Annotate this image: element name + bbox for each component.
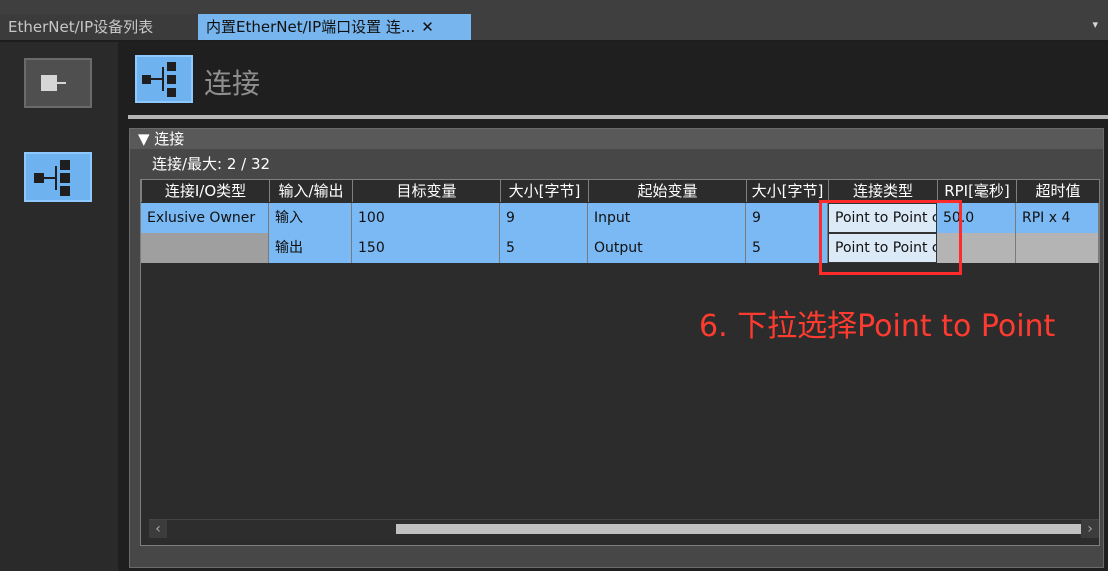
start-variable-cell[interactable]: Input [588, 203, 746, 233]
column-header[interactable]: 目标变量 [352, 180, 500, 202]
io-type-cell[interactable] [141, 233, 269, 263]
page-title: 连接 [204, 67, 261, 100]
size-cell[interactable]: 5 [500, 233, 588, 263]
column-header[interactable]: 大小[字节] [746, 180, 828, 202]
connection-icon [135, 55, 193, 103]
connection-count: 连接/最大: 2 / 32 [152, 155, 271, 173]
connection-panel: ▼ 连接 连接/最大: 2 / 32 连接I/O类型 输入/输出 目标变量 大小… [129, 128, 1104, 568]
chevron-down-icon[interactable]: ▾ [1092, 18, 1098, 31]
rpi-cell[interactable]: 50.0 [937, 203, 1016, 233]
timeout-cell[interactable] [1016, 233, 1099, 263]
connection-type-select[interactable]: Point to Point c [828, 203, 937, 233]
io-type-cell[interactable]: Exlusive Owner [141, 203, 269, 233]
timeout-cell[interactable]: RPI x 4 [1016, 203, 1099, 233]
column-header[interactable]: 大小[字节] [500, 180, 588, 202]
close-icon[interactable]: ✕ [421, 18, 434, 36]
instruction-annotation: 6. 下拉选择Point to Point [699, 309, 1056, 344]
column-header[interactable]: 连接I/O类型 [141, 180, 269, 202]
scroll-right-icon[interactable]: › [1081, 520, 1099, 538]
column-header[interactable]: 输入/输出 [269, 180, 352, 202]
tab-port-settings[interactable]: 内置EtherNet/IP端口设置 连... ✕ [198, 14, 471, 40]
scroll-left-icon[interactable]: ‹ [149, 520, 167, 538]
column-header[interactable]: 超时值 [1016, 180, 1099, 202]
start-variable-cell[interactable]: Output [588, 233, 746, 263]
panel-title[interactable]: ▼ 连接 [130, 129, 1103, 149]
horizontal-scrollbar[interactable]: ‹ › [149, 519, 1099, 538]
table-row[interactable]: Exlusive Owner 输入 100 9 Input 9 Point to… [141, 203, 1099, 233]
size-cell[interactable]: 9 [500, 203, 588, 233]
connection-type-select[interactable]: Point to Point c [828, 233, 937, 263]
size-cell[interactable]: 9 [746, 203, 828, 233]
scroll-thumb[interactable] [396, 524, 1084, 534]
connection-icon[interactable] [24, 152, 92, 202]
target-variable-cell[interactable]: 100 [352, 203, 500, 233]
column-header[interactable]: 连接类型 [828, 180, 937, 202]
direction-cell[interactable]: 输出 [269, 233, 352, 263]
divider [128, 115, 1108, 119]
column-header[interactable]: 起始变量 [588, 180, 746, 202]
target-variable-cell[interactable]: 150 [352, 233, 500, 263]
rpi-cell[interactable] [937, 233, 1016, 263]
column-header[interactable]: RPI[毫秒] [937, 180, 1016, 202]
tab-device-list[interactable]: EtherNet/IP设备列表 [0, 14, 198, 40]
sidebar [0, 42, 120, 571]
size-cell[interactable]: 5 [746, 233, 828, 263]
connection-table: 连接I/O类型 输入/输出 目标变量 大小[字节] 起始变量 大小[字节] 连接… [140, 179, 1100, 546]
tab-bar: EtherNet/IP设备列表 内置EtherNet/IP端口设置 连... ✕ … [0, 0, 1108, 42]
device-icon[interactable] [24, 58, 92, 108]
direction-cell[interactable]: 输入 [269, 203, 352, 233]
table-row[interactable]: 输出 150 5 Output 5 Point to Point c [141, 233, 1099, 263]
